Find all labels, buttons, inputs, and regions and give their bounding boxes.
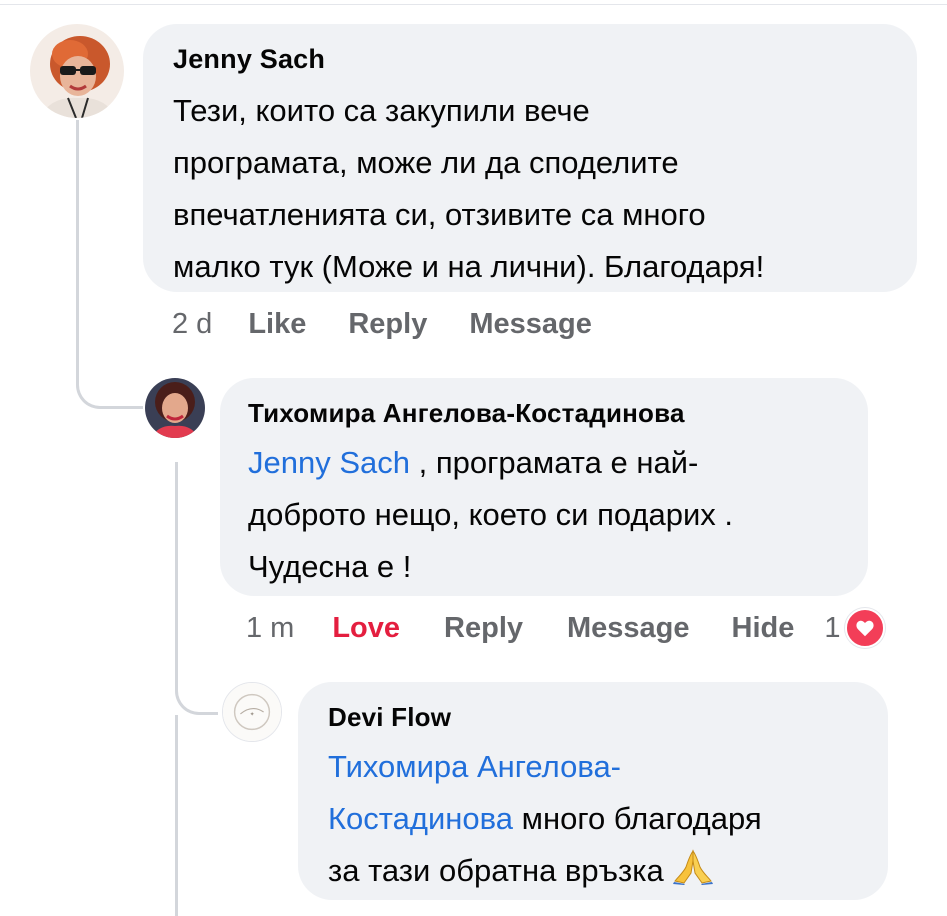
mention-link[interactable]: Jenny Sach [248,445,410,480]
mention-link[interactable]: Костадинова [328,801,513,836]
comment-author[interactable]: Jenny Sach [173,44,917,75]
reaction-summary[interactable]: 1 [824,608,885,648]
reply-button[interactable]: Reply [348,308,427,341]
comment-bubble-devi: Devi Flow Тихомира Ангелова- Костадинова… [298,682,888,900]
timestamp[interactable]: 1 m [246,612,294,645]
avatar-devi-flow[interactable]: ✦ [222,682,282,742]
reaction-count: 1 [824,611,841,644]
comment-text-line: доброто нещо, което си подарих . [248,497,734,532]
comment-author[interactable]: Тихомира Ангелова-Костадинова [248,398,868,429]
thread-line-reply [175,462,178,662]
top-divider [0,4,947,5]
message-button[interactable]: Message [469,308,592,341]
comment-text-line: малко тук (Може и на лични). Благодаря! [173,249,765,284]
comment-bubble-jenny: Jenny Sach Тези, които са закупили вече … [143,24,917,292]
comment-text-line: Тихомира Ангелова- [328,741,888,793]
mention-link[interactable]: Тихомира Ангелова- [328,749,621,784]
profile-photo-icon [30,24,124,118]
thread-connector-reply2 [175,652,218,715]
thread-line-continue [175,715,178,916]
hide-button[interactable]: Hide [732,612,795,645]
comment-text-line: впечатленията си, отзивите са много [173,197,706,232]
comment-text: много благодаря [513,801,762,836]
like-button[interactable]: Like [248,308,306,341]
profile-photo-icon [145,378,205,438]
comment-text: за тази обратна връзка [328,853,664,888]
comment-actions: 2 d Like Reply Message [172,304,592,344]
timestamp[interactable]: 2 d [172,308,212,341]
comment-author[interactable]: Devi Flow [328,702,888,733]
comment-text-line: за тази обратна връзка [328,845,888,901]
message-button[interactable]: Message [567,612,690,645]
heart-icon [844,608,885,648]
love-reaction-button[interactable]: Love [332,612,400,645]
reply-button[interactable]: Reply [444,612,523,645]
thread-line-main [76,120,79,360]
brand-logo-icon: ✦ [223,683,281,741]
comment-text: , програмата е най- [410,445,699,480]
svg-text:✦: ✦ [250,711,255,718]
comment-actions: 1 m Love Reply Message Hide 1 [246,608,885,648]
comment-bubble-tihomira: Тихомира Ангелова-Костадинова Jenny Sach… [220,378,868,596]
avatar-jenny-sach[interactable] [30,24,124,118]
thread-connector-reply1 [76,340,143,409]
avatar-tihomira[interactable] [145,378,205,438]
comment-text-line: Тези, които са закупили вече [173,93,590,128]
comment-text-line: Чудесна е ! [248,549,412,584]
comment-text-line: Jenny Sach , програмата е най- [248,437,868,489]
comment-text-line: Костадинова много благодаря [328,793,888,845]
comment-text-line: програмата, може ли да споделите [173,145,679,180]
praying-hands-icon [672,849,714,901]
